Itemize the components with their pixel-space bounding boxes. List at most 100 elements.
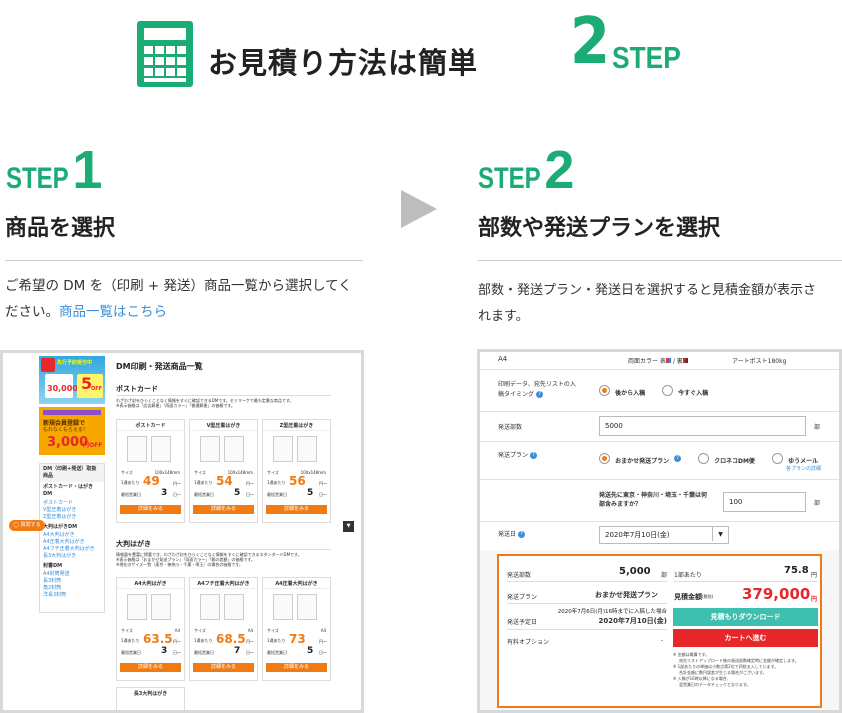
date-row: 発送日 ? 2020年7月10日(金) ▼ (480, 522, 839, 550)
campaign-banner-2[interactable]: 新規会員登録で もれなくもらえる！ 3,000 円OFF (39, 407, 105, 455)
card-price-value: 73 (289, 632, 306, 646)
sidebar-item[interactable]: Z型圧着はがき (40, 514, 104, 521)
plan-option-kuroneko[interactable]: クロネコDM便 (698, 448, 755, 467)
large-description: 情報量を豊富に掲載でき、わざわざ封をひらくことなく情報をすぐに確認できるスタンダ… (116, 552, 331, 567)
card-price-value: 68.5 (216, 632, 246, 646)
sidebar-item[interactable]: 角2封筒 (40, 585, 104, 592)
step2-desc-line2: れます。 (478, 309, 529, 324)
sidebar-item[interactable]: A4圧着大判はがき (40, 539, 104, 546)
card-price-label: 1通あたり (121, 638, 140, 643)
product-card-name: ポストカード (117, 420, 184, 431)
card-days-value: 7 (234, 646, 241, 656)
card-days-value: 5 (307, 646, 314, 656)
region-count-input[interactable]: 100 (723, 492, 806, 512)
product-card[interactable]: A4圧着大判はがき サイズ A4 1通あたり 73 円～ 最短営業日 5 日～ 詳細をみる (262, 577, 331, 681)
product-card-name: 長3大判はがき (133, 691, 168, 697)
total-label: 見積金額 (674, 593, 702, 601)
scroll-top-button[interactable]: ▼ (343, 521, 354, 532)
spec-row: A4 両面カラー 表 / 裏 アートポスト180kg (480, 352, 839, 370)
step1-label: STEP (6, 162, 69, 195)
summary-date-row: 2020年7月6日(月)16時までに入稿した場合 発送予定日 2020年7月10… (507, 606, 667, 630)
card-detail-button[interactable]: 詳細をみる (193, 663, 254, 672)
summary-option-row: 有料オプション - (507, 633, 667, 649)
product-card[interactable]: A4フチ圧着大判はがき サイズ A4 1通あたり 68.5 円～ 最短営業日 7 日～ 詳細をみる (189, 577, 258, 681)
quantity-label: 発送部数 (498, 424, 523, 431)
card-days-value: 5 (307, 488, 314, 498)
product-card[interactable]: V型圧着はがき サイズ 100x148mm 1通あたり 54 円～ 最短営業日 5 日～ 詳細をみ… (189, 419, 258, 523)
product-image (200, 436, 220, 462)
product-card[interactable]: ポストカード サイズ 100x148mm 1通あたり 49 円～ 最短営業日 3 日～ 詳細をみる (116, 419, 185, 523)
card-size-value: A4 (247, 628, 253, 633)
card-size-label: サイズ (267, 470, 279, 475)
product-image (297, 594, 317, 620)
sidebar-item[interactable]: 長3大判はがき (40, 553, 104, 560)
sidebar: DM（印刷+発送）取扱商品 ポストカード・はがきDM ポストカード V型圧着はが… (39, 463, 105, 613)
product-image (297, 436, 317, 462)
sidebar-item[interactable]: A4封筒発送 (40, 571, 104, 578)
product-list-link[interactable]: 商品一覧はこちら (59, 304, 167, 320)
proceed-to-cart-button[interactable]: カートへ進む (673, 629, 818, 647)
card-days-label: 最短営業日 (194, 492, 214, 497)
product-card-name: A4大判はがき (117, 578, 184, 589)
timing-option-later[interactable]: 後から入稿 (599, 380, 645, 399)
sidebar-group-postcard: ポストカード・はがきDM (43, 484, 94, 497)
sidebar-item[interactable]: V型圧着はがき (40, 507, 104, 514)
banner2-amount: 3,000 (47, 435, 89, 450)
card-detail-button[interactable]: 詳細をみる (266, 663, 327, 672)
timing-option-now[interactable]: 今すぐ入稿 (662, 380, 708, 399)
product-card[interactable]: A4大判はがき サイズ A4 1通あたり 63.5 円～ 最短営業日 3 日～ 詳細をみる (116, 577, 185, 681)
card-days-label: 最短営業日 (267, 650, 287, 655)
card-detail-button[interactable]: 詳細をみる (120, 505, 181, 514)
estimate-summary: 発送部数 5,000 部 発送プラン おまかせ発送プラン 2020年7月6日(月… (497, 554, 822, 708)
plan-detail-link[interactable]: 各プランの詳細 (786, 465, 821, 472)
summary-date-note: 2020年7月6日(月)16時までに入稿した場合 (557, 609, 667, 615)
date-select[interactable]: 2020年7月10日(金) ▼ (599, 526, 729, 544)
summary-unit-row: 1部あたり 75.8 円 (674, 562, 818, 582)
campaign-banner-1[interactable]: 先行予約受付中 30,000 5 OFF (39, 356, 105, 404)
card-days-label: 最短営業日 (194, 650, 214, 655)
radio-icon (772, 453, 783, 464)
info-icon[interactable]: ? (529, 452, 537, 459)
banner1-off: OFF (91, 386, 103, 392)
card-days-label: 最短営業日 (121, 650, 141, 655)
sidebar-item[interactable]: 長3封筒 (40, 578, 104, 585)
product-image (273, 594, 293, 620)
sidebar-item[interactable]: ポストカード (40, 500, 104, 507)
card-price-label: 1通あたり (267, 638, 286, 643)
card-days-label: 最短営業日 (121, 492, 141, 497)
info-icon[interactable]: ? (517, 531, 525, 538)
section-large-title: 大判はがき (116, 540, 151, 548)
card-price-value: 63.5 (143, 632, 173, 646)
chat-icon: ◯ (13, 522, 19, 528)
plan-label-text: 発送プラン (498, 452, 529, 459)
banner2-off: 円OFF (83, 442, 103, 449)
date-label: 発送日 ? (498, 529, 525, 538)
page-title: お見積り方法は簡単 (208, 46, 479, 80)
card-size-label: サイズ (121, 470, 133, 475)
info-icon[interactable]: ? (535, 391, 543, 398)
download-estimate-button[interactable]: 見積もりダウンロード (673, 608, 818, 626)
sidebar-item[interactable]: A4大判はがき (40, 532, 104, 539)
sidebar-item[interactable]: A4フチ圧着大判はがき (40, 546, 104, 553)
timing-label: 印刷データ、宛先リストの入稿タイミング ? (498, 380, 578, 400)
plan-label: 発送プラン ? (498, 450, 537, 459)
card-days-value: 5 (234, 488, 241, 498)
step2-description: 部数・発送プラン・発送日を選択すると見積金額が表示さ れます。 (478, 278, 842, 330)
plan-option-auto[interactable]: おまかせ発送プラン ? (599, 448, 682, 467)
product-card[interactable]: Z型圧着はがき サイズ 100x148mm 1通あたり 56 円～ 最短営業日 5 日～ 詳細をみ… (262, 419, 331, 523)
sidebar-header: DM（印刷+発送）取扱商品 (40, 464, 104, 482)
card-detail-button[interactable]: 詳細をみる (266, 505, 327, 514)
step2-divider (478, 260, 842, 261)
region-unit: 部 (814, 500, 821, 507)
quantity-input[interactable]: 5000 (599, 416, 806, 436)
product-card[interactable]: 長3大判はがき (116, 687, 185, 710)
total-tax-note: (税別) (702, 594, 714, 599)
card-detail-button[interactable]: 詳細をみる (120, 663, 181, 672)
sidebar-item[interactable]: 洋長3封筒 (40, 592, 104, 599)
info-icon[interactable]: ? (674, 455, 682, 462)
summary-plan-value: おまかせ発送プラン (595, 591, 658, 599)
section-postcard-title: ポストカード (116, 385, 158, 393)
chat-question-button[interactable]: ◯ 質問する (9, 520, 45, 531)
spec-paper: アートポスト180kg (732, 358, 787, 365)
card-detail-button[interactable]: 詳細をみる (193, 505, 254, 514)
